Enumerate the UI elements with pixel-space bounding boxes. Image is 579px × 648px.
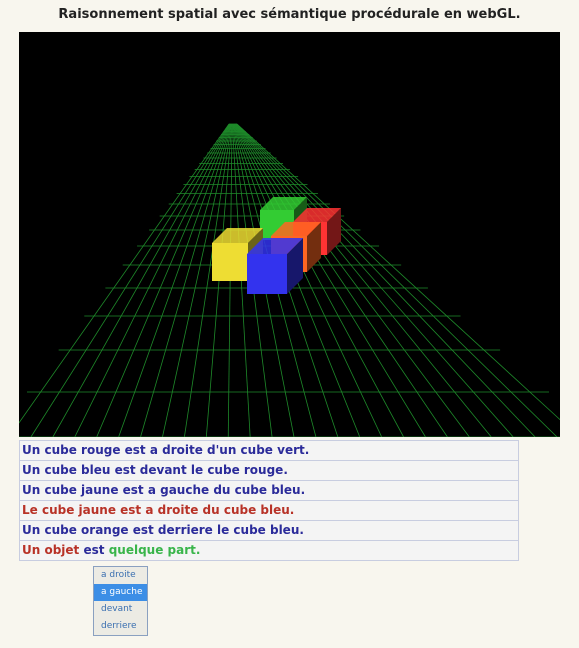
subject-word[interactable]: Un objet bbox=[22, 543, 79, 557]
sentence-5[interactable]: Un cube orange est derriere le cube bleu… bbox=[19, 520, 519, 540]
verb-word: est bbox=[83, 543, 105, 557]
sentence-list: Un cube rouge est a droite d'un cube ver… bbox=[19, 440, 519, 561]
sentence-4[interactable]: Le cube jaune est a droite du cube bleu. bbox=[19, 500, 519, 520]
position-dropdown[interactable]: a droite a gauche devant derriere bbox=[93, 566, 148, 636]
option-devant[interactable]: devant bbox=[94, 601, 147, 618]
location-placeholder[interactable]: quelque part. bbox=[109, 543, 201, 557]
sentence-1[interactable]: Un cube rouge est a droite d'un cube ver… bbox=[19, 440, 519, 460]
sentence-input[interactable]: Un objet est quelque part. bbox=[19, 540, 519, 561]
option-a-gauche[interactable]: a gauche bbox=[94, 584, 147, 601]
page-title: Raisonnement spatial avec sémantique pro… bbox=[58, 7, 521, 22]
option-derriere[interactable]: derriere bbox=[94, 618, 147, 635]
option-a-droite[interactable]: a droite bbox=[94, 567, 147, 584]
webgl-canvas[interactable] bbox=[19, 32, 560, 437]
scene-drawing bbox=[19, 123, 560, 437]
sentence-3[interactable]: Un cube jaune est a gauche du cube bleu. bbox=[19, 480, 519, 500]
sentence-2[interactable]: Un cube bleu est devant le cube rouge. bbox=[19, 460, 519, 480]
cube-blue bbox=[247, 238, 303, 294]
